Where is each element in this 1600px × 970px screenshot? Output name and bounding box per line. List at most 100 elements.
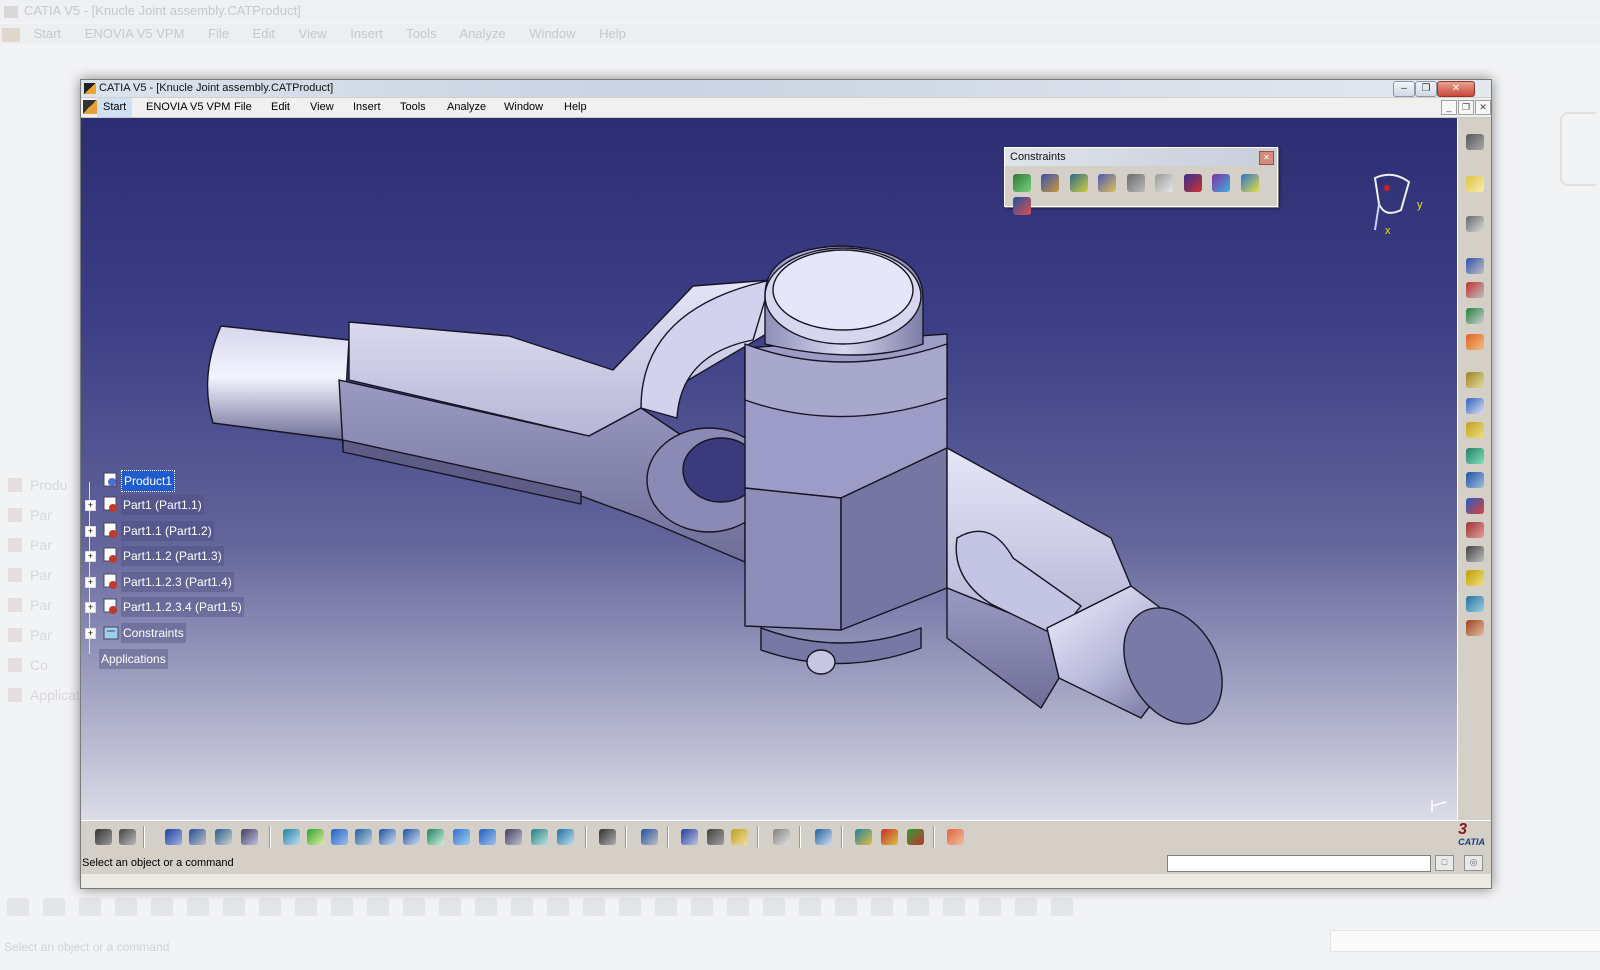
menu-window[interactable]: Window — [504, 98, 543, 117]
minimize-button[interactable]: – — [1393, 81, 1415, 97]
knuckle-joint-model[interactable] — [81, 118, 1457, 820]
document-minimize-button[interactable]: _ — [1441, 100, 1457, 115]
normal-view-icon[interactable] — [427, 829, 444, 845]
tree-label-part1-1[interactable]: Part1.1 (Part1.2) — [121, 521, 214, 541]
isometric-view-icon[interactable] — [479, 829, 496, 845]
catia-app-icon[interactable] — [84, 83, 96, 94]
rules-icon[interactable] — [907, 829, 924, 845]
constraints-toolbar-title[interactable]: Constraints ✕ — [1005, 148, 1277, 166]
document-close-button[interactable]: ✕ — [1475, 100, 1491, 115]
tree-label-part1-1-2-3-4[interactable]: Part1.1.2.3.4 (Part1.5) — [121, 597, 244, 617]
annotation-icon[interactable] — [1466, 546, 1484, 562]
expand-icon[interactable]: + — [85, 577, 96, 588]
multi-view-icon[interactable] — [453, 829, 470, 845]
menu-analyze[interactable]: Analyze — [447, 98, 486, 117]
3d-viewport[interactable]: Product1 + Part1 (Part1.1) + Part1.1 (Pa… — [81, 118, 1457, 820]
select-arrow-icon[interactable] — [1466, 176, 1484, 192]
new-component-icon[interactable] — [1466, 258, 1484, 274]
update-icon[interactable] — [641, 829, 658, 845]
menu-view[interactable]: View — [310, 98, 334, 117]
power-input-field[interactable] — [1167, 855, 1431, 872]
menu-file[interactable]: File — [234, 98, 252, 117]
menu-enovia[interactable]: ENOVIA V5 VPM — [146, 98, 230, 117]
measure-item-icon[interactable] — [707, 829, 724, 845]
measure-icon[interactable] — [1466, 620, 1484, 636]
flexible-rigid-icon[interactable] — [1212, 174, 1231, 192]
contact-icon[interactable] — [1041, 174, 1060, 192]
measure-between-icon[interactable] — [681, 829, 698, 845]
fit-all-icon[interactable] — [307, 829, 324, 845]
clash-icon[interactable] — [1466, 522, 1484, 538]
table-icon[interactable] — [165, 829, 182, 845]
expand-icon[interactable]: + — [85, 526, 96, 537]
capture-icon[interactable] — [599, 829, 616, 845]
compass-icon[interactable]: y x — [1365, 170, 1445, 240]
tree-label-part1[interactable]: Part1 (Part1.1) — [121, 495, 204, 515]
expand-icon[interactable]: + — [85, 500, 96, 511]
toolbar-separator — [667, 826, 669, 848]
zoom-in-icon[interactable] — [379, 829, 396, 845]
refresh-icon[interactable] — [773, 829, 790, 845]
hide-show-icon[interactable] — [531, 829, 548, 845]
expand-icon[interactable]: + — [85, 602, 96, 613]
title-bar[interactable]: CATIA V5 - [Knucle Joint assembly.CATPro… — [81, 80, 1491, 97]
tree-label-part1-1-2[interactable]: Part1.1.2 (Part1.3) — [121, 546, 224, 566]
shading-icon[interactable] — [505, 829, 522, 845]
menu-insert[interactable]: Insert — [353, 98, 381, 117]
stop-button[interactable]: ◎ — [1464, 855, 1483, 871]
new-part-icon[interactable] — [1466, 308, 1484, 324]
document-restore-button[interactable]: ❐ — [1458, 100, 1474, 115]
properties-icon[interactable] — [241, 829, 258, 845]
new-product-icon[interactable] — [1466, 282, 1484, 298]
tree-expand-icon[interactable] — [189, 829, 206, 845]
scenes-icon[interactable] — [1466, 570, 1484, 586]
replace-component-icon[interactable] — [1466, 372, 1484, 388]
menu-edit[interactable]: Edit — [271, 98, 290, 117]
measure-inertia-icon[interactable] — [731, 829, 748, 845]
catalog-icon[interactable] — [855, 829, 872, 845]
fly-mode-icon[interactable] — [283, 829, 300, 845]
existing-part-icon[interactable] — [1466, 334, 1484, 350]
expand-icon[interactable]: + — [85, 628, 96, 639]
quick-constraint-icon[interactable] — [1183, 174, 1202, 192]
tree-label-applications[interactable]: Applications — [99, 649, 168, 669]
view-icon[interactable] — [1466, 596, 1484, 612]
fix-icon[interactable] — [1126, 174, 1145, 192]
catalog-icon[interactable] — [1466, 134, 1484, 150]
grid-icon[interactable] — [947, 829, 964, 845]
generate-numbering-icon[interactable] — [1466, 422, 1484, 438]
tree-label-constraints[interactable]: Constraints — [121, 623, 186, 643]
menu-start[interactable]: Start — [97, 98, 133, 117]
command-button[interactable]: □ — [1435, 855, 1454, 871]
reuse-pattern-icon[interactable] — [1013, 197, 1031, 215]
design-table-icon[interactable] — [881, 829, 898, 845]
change-constraint-icon[interactable] — [1240, 174, 1259, 192]
pan-icon[interactable] — [331, 829, 348, 845]
coincidence-icon[interactable] — [1013, 174, 1031, 192]
tree-label-product1[interactable]: Product1 — [121, 470, 176, 492]
swap-visible-space-icon[interactable] — [557, 829, 574, 845]
fix-together-icon[interactable] — [1155, 174, 1174, 192]
existing-component-icon[interactable] — [1466, 216, 1484, 232]
background-tree-item: Par — [0, 500, 80, 530]
graph-tree-reorder-icon[interactable] — [1466, 398, 1484, 414]
zoom-out-icon[interactable] — [403, 829, 420, 845]
explode-icon[interactable] — [1466, 498, 1484, 514]
apply-material-icon[interactable] — [815, 829, 832, 845]
catalog-browser-icon[interactable] — [215, 829, 232, 845]
manipulation-icon[interactable] — [1466, 448, 1484, 464]
formula-icon[interactable] — [95, 829, 112, 845]
offset-icon[interactable] — [1069, 174, 1088, 192]
knowledge-advisor-icon[interactable] — [119, 829, 136, 845]
tree-label-part1-1-2-3[interactable]: Part1.1.2.3 (Part1.4) — [121, 572, 234, 592]
menu-tools[interactable]: Tools — [400, 98, 426, 117]
close-button[interactable]: ✕ — [1437, 81, 1475, 97]
angle-icon[interactable] — [1098, 174, 1117, 192]
toolbar-separator — [799, 826, 801, 848]
rotate-icon[interactable] — [355, 829, 372, 845]
close-icon[interactable]: ✕ — [1259, 151, 1274, 165]
expand-icon[interactable]: + — [85, 551, 96, 562]
menu-help[interactable]: Help — [564, 98, 587, 117]
snap-icon[interactable] — [1466, 472, 1484, 488]
restore-button[interactable]: ❐ — [1415, 81, 1437, 97]
